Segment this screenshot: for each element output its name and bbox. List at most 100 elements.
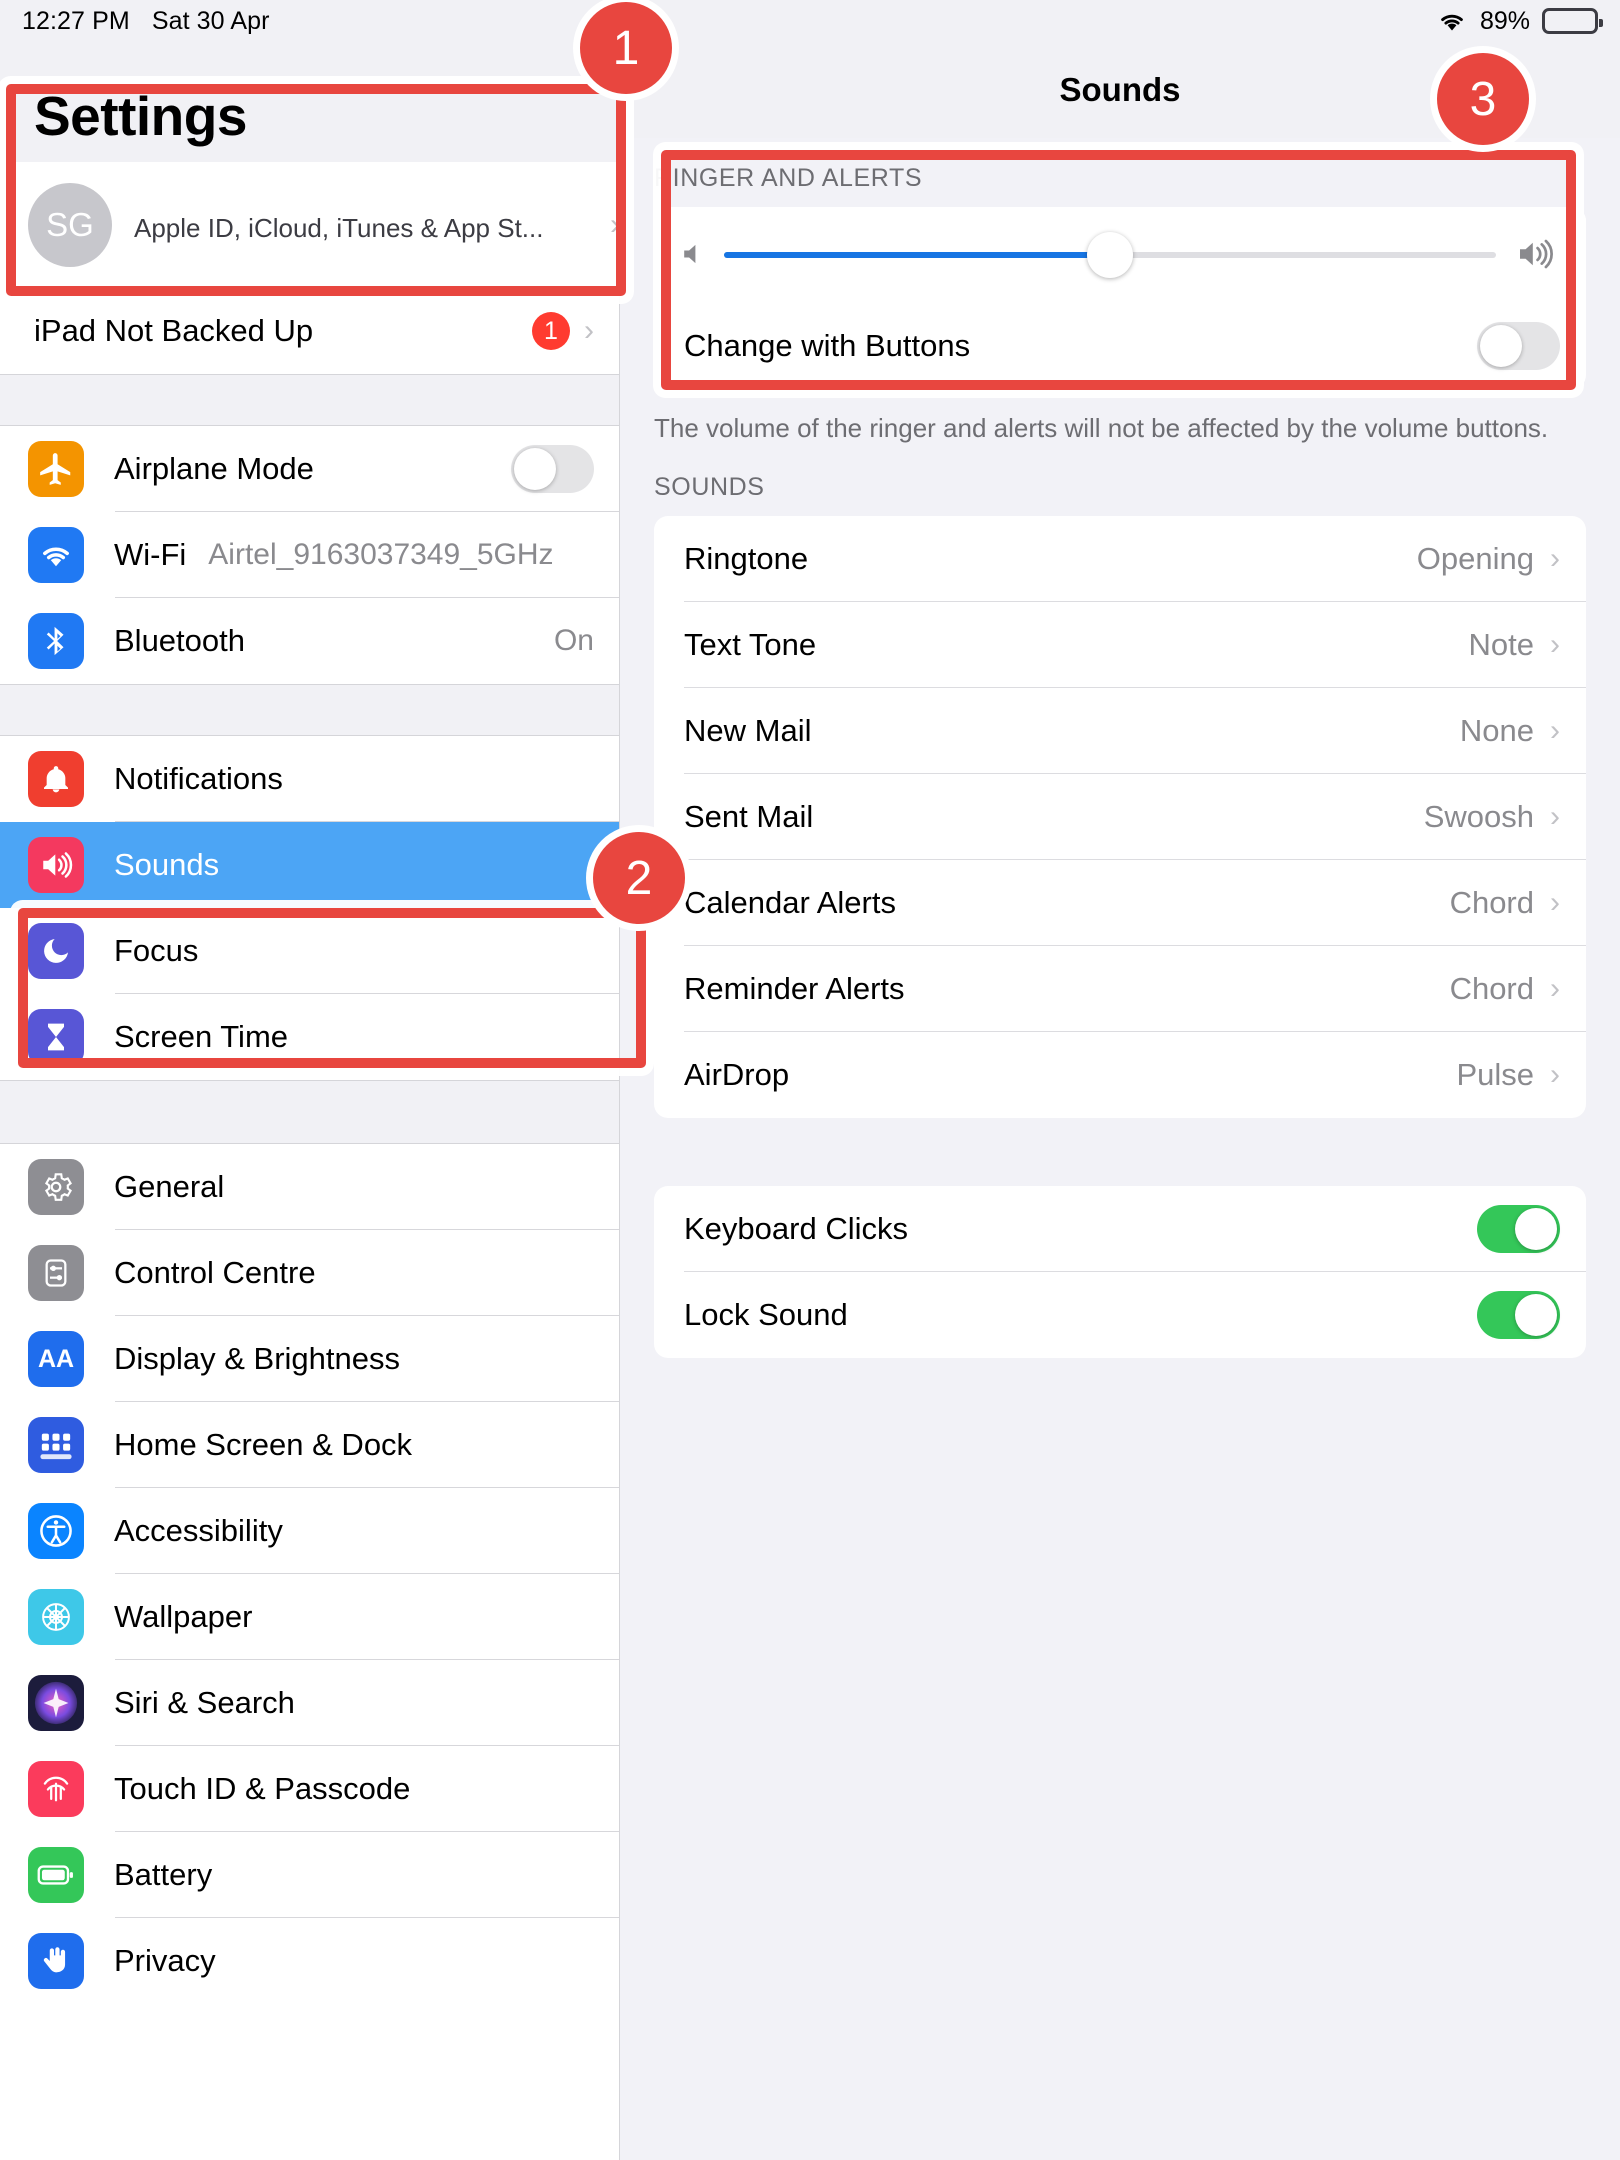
notifications-group: Notifications Sounds Focus Screen Time bbox=[0, 736, 620, 1080]
sidebar-item-screen-time[interactable]: Screen Time bbox=[0, 994, 620, 1080]
sidebar-item-label: Battery bbox=[114, 1857, 213, 1892]
row-value: Pulse bbox=[1456, 1056, 1534, 1092]
airplane-mode-toggle[interactable] bbox=[511, 445, 594, 493]
lock-sound-row[interactable]: Lock Sound bbox=[654, 1272, 1586, 1358]
row-value: Note bbox=[1468, 626, 1534, 662]
sidebar-item-label: Sounds bbox=[114, 847, 220, 882]
control-centre-icon bbox=[28, 1245, 84, 1301]
speaker-high-icon bbox=[1516, 238, 1556, 272]
sidebar-item-label: Home Screen & Dock bbox=[114, 1427, 413, 1462]
sidebar-item-ipad-not-backed-up[interactable]: iPad Not Backed Up 1 › bbox=[0, 288, 620, 374]
sidebar-item-bluetooth[interactable]: Bluetooth On bbox=[0, 598, 620, 684]
sidebar-item-wifi[interactable]: Wi-Fi Airtel_9163037349_5GHz bbox=[0, 512, 620, 598]
sidebar-item-label: Airplane Mode bbox=[114, 451, 314, 486]
chevron-right-icon: › bbox=[584, 314, 594, 347]
privacy-icon bbox=[28, 1933, 84, 1989]
section-gap bbox=[0, 684, 620, 736]
page-title-container: Settings bbox=[0, 42, 620, 162]
row-label: Calendar Alerts bbox=[684, 884, 896, 920]
chevron-right-icon: › bbox=[1550, 627, 1560, 661]
volume-slider-thumb bbox=[1087, 232, 1133, 278]
apple-account-row[interactable]: SG Apple ID, iCloud, iTunes & App St... … bbox=[0, 162, 620, 288]
sidebar-item-siri-search[interactable]: Siri & Search bbox=[0, 1660, 620, 1746]
sounds-card: Ringtone Opening › Text Tone Note › New … bbox=[654, 515, 1586, 1118]
touch-id-icon bbox=[28, 1761, 84, 1817]
account-text: Apple ID, iCloud, iTunes & App St... bbox=[134, 206, 543, 244]
airplane-icon bbox=[28, 441, 84, 497]
wallpaper-icon bbox=[28, 1589, 84, 1645]
bluetooth-status: On bbox=[553, 624, 594, 657]
chevron-right-icon: › bbox=[1550, 541, 1560, 575]
sounds-row-airdrop[interactable]: AirDrop Pulse › bbox=[654, 1032, 1586, 1118]
row-label: Reminder Alerts bbox=[684, 970, 905, 1006]
sounds-row-ringtone[interactable]: Ringtone Opening › bbox=[654, 516, 1586, 602]
sidebar-item-battery[interactable]: Battery bbox=[0, 1832, 620, 1918]
account-group: SG Apple ID, iCloud, iTunes & App St... … bbox=[0, 162, 620, 374]
battery-percent: 89% bbox=[1479, 6, 1530, 35]
sidebar-item-airplane-mode[interactable]: Airplane Mode bbox=[0, 426, 620, 512]
sounds-detail-pane: Sounds RINGER AND ALERTS Change with But… bbox=[620, 42, 1620, 2160]
sidebar-item-label: Bluetooth bbox=[114, 623, 245, 658]
sidebar-item-label: Wi-Fi bbox=[114, 537, 187, 572]
annotation-marker-3: 3 bbox=[1437, 53, 1529, 145]
ringer-volume-slider-row[interactable] bbox=[654, 207, 1586, 303]
row-label: New Mail bbox=[684, 712, 812, 748]
change-with-buttons-row[interactable]: Change with Buttons bbox=[654, 303, 1586, 389]
sidebar-item-wallpaper[interactable]: Wallpaper bbox=[0, 1574, 620, 1660]
page-title: Settings bbox=[34, 85, 247, 147]
keyboard-clicks-toggle[interactable] bbox=[1477, 1204, 1560, 1253]
ringer-and-alerts-card: Change with Buttons bbox=[654, 207, 1586, 389]
sidebar-item-privacy[interactable]: Privacy bbox=[0, 1918, 620, 2004]
accessibility-icon bbox=[28, 1503, 84, 1559]
sounds-row-text-tone[interactable]: Text Tone Note › bbox=[654, 602, 1586, 688]
avatar-initials: SG bbox=[46, 206, 94, 243]
battery-icon bbox=[28, 1847, 84, 1903]
change-with-buttons-toggle[interactable] bbox=[1477, 322, 1560, 370]
status-bar-right: 89% bbox=[1436, 6, 1603, 36]
sidebar-item-display-brightness[interactable]: AA Display & Brightness bbox=[0, 1316, 620, 1402]
sounds-section-header: SOUNDS bbox=[654, 472, 765, 501]
sidebar-item-sounds[interactable]: Sounds bbox=[0, 822, 620, 908]
volume-slider-fill bbox=[724, 252, 1110, 258]
sounds-row-new-mail[interactable]: New Mail None › bbox=[654, 688, 1586, 774]
notifications-icon bbox=[28, 751, 84, 807]
speaker-low-icon bbox=[680, 240, 708, 270]
focus-icon bbox=[28, 923, 84, 979]
ringer-and-alerts-header: RINGER AND ALERTS bbox=[654, 164, 923, 192]
settings-sidebar[interactable]: Settings SG Apple ID, iCloud, iTunes & A… bbox=[0, 42, 620, 2160]
backup-label: iPad Not Backed Up bbox=[34, 313, 314, 348]
general-group: General Control Centre AA Display & Brig… bbox=[0, 1144, 620, 2004]
sounds-row-sent-mail[interactable]: Sent Mail Swoosh › bbox=[654, 774, 1586, 860]
sidebar-item-touch-id-passcode[interactable]: Touch ID & Passcode bbox=[0, 1746, 620, 1832]
keyboard-clicks-row[interactable]: Keyboard Clicks bbox=[654, 1186, 1586, 1272]
status-date: Sat 30 Apr bbox=[151, 6, 270, 35]
sounds-row-reminder-alerts[interactable]: Reminder Alerts Chord › bbox=[654, 946, 1586, 1032]
sound-toggles-card: Keyboard Clicks Lock Sound bbox=[654, 1185, 1586, 1358]
row-value: Chord bbox=[1449, 970, 1534, 1006]
sidebar-item-focus[interactable]: Focus bbox=[0, 908, 620, 994]
sidebar-item-label: Control Centre bbox=[114, 1255, 316, 1290]
status-bar-left: 12:27 PM Sat 30 Apr bbox=[22, 7, 270, 36]
sounds-row-calendar-alerts[interactable]: Calendar Alerts Chord › bbox=[654, 860, 1586, 946]
bluetooth-icon bbox=[28, 613, 84, 669]
sidebar-item-general[interactable]: General bbox=[0, 1144, 620, 1230]
sidebar-item-control-centre[interactable]: Control Centre bbox=[0, 1230, 620, 1316]
detail-title: Sounds bbox=[1059, 71, 1181, 108]
volume-slider-track[interactable] bbox=[724, 232, 1496, 278]
row-value: Swoosh bbox=[1423, 798, 1534, 834]
home-screen-dock-icon bbox=[28, 1417, 84, 1473]
screen-time-icon bbox=[28, 1009, 84, 1065]
sidebar-item-home-screen-dock[interactable]: Home Screen & Dock bbox=[0, 1402, 620, 1488]
sidebar-item-label: Display & Brightness bbox=[114, 1341, 401, 1376]
sidebar-item-label: Wallpaper bbox=[114, 1599, 253, 1634]
ipad-settings-screen: 12:27 PM Sat 30 Apr 89% Settings SG Appl… bbox=[0, 0, 1620, 2160]
sidebar-item-label: Siri & Search bbox=[114, 1685, 295, 1720]
row-label: Keyboard Clicks bbox=[684, 1210, 908, 1246]
lock-sound-toggle[interactable] bbox=[1477, 1290, 1560, 1339]
sidebar-item-notifications[interactable]: Notifications bbox=[0, 736, 620, 822]
sidebar-item-label: General bbox=[114, 1169, 225, 1204]
sidebar-item-label: Privacy bbox=[114, 1943, 216, 1978]
display-brightness-icon: AA bbox=[28, 1331, 84, 1387]
status-bar: 12:27 PM Sat 30 Apr 89% bbox=[0, 0, 1620, 42]
sidebar-item-accessibility[interactable]: Accessibility bbox=[0, 1488, 620, 1574]
